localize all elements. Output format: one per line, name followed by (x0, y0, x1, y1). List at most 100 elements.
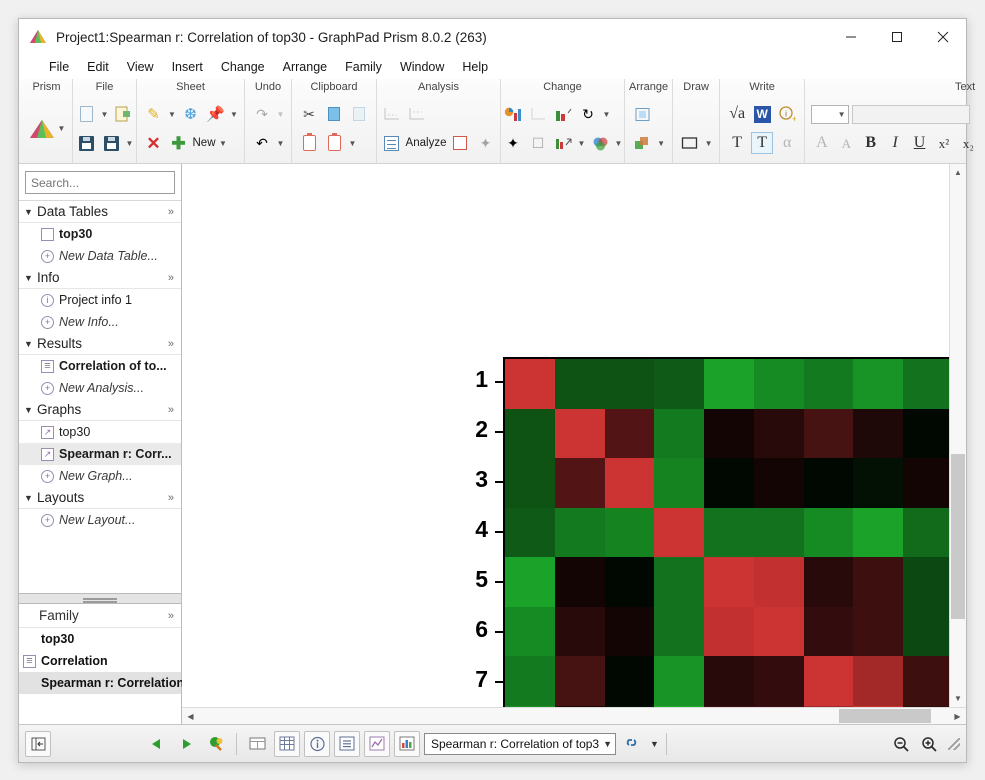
new-sheet-plus-icon[interactable]: ✚ (168, 132, 190, 154)
decrease-font-size-icon[interactable]: A (836, 132, 857, 154)
link-chevron-down-icon[interactable]: ▼ (650, 739, 659, 749)
analyze-label[interactable]: Analyze (406, 137, 447, 149)
italic-icon[interactable]: I (884, 132, 905, 154)
rename-sheet-chevron-down-icon[interactable]: ▼ (168, 110, 177, 119)
zoom-in-button[interactable] (916, 731, 942, 757)
navigator-splitter[interactable] (19, 593, 181, 604)
prism-menu-chevron-down-icon[interactable]: ▼ (57, 124, 66, 133)
vertical-scrollbar[interactable]: ▲ ▼ (949, 164, 966, 707)
maximize-button[interactable] (874, 19, 920, 55)
change-axis-icon[interactable] (527, 103, 549, 125)
data-table-button[interactable] (274, 730, 300, 757)
menu-window[interactable]: Window (391, 58, 453, 76)
pin-sheet-icon[interactable]: 📌 (205, 103, 227, 125)
family-item-spearman-r-correlation-o[interactable]: Spearman r: Correlation o (19, 672, 195, 694)
change-graph-type-icon[interactable] (502, 103, 524, 125)
change-refresh-icon[interactable]: ↻ (577, 103, 599, 125)
vertical-scroll-thumb[interactable] (951, 454, 965, 619)
undo-icon[interactable]: ↶ (251, 132, 273, 154)
analyze-icon[interactable] (381, 132, 403, 154)
previous-sheet-button[interactable] (143, 731, 169, 757)
sidebar-item-correlation-of-to[interactable]: ≡ Correlation of to... (19, 355, 181, 377)
pin-sheet-chevron-down-icon[interactable]: ▼ (230, 110, 239, 119)
paste-special-chevron-down-icon[interactable]: ▼ (348, 139, 357, 148)
interpolate-icon[interactable] (381, 103, 403, 125)
sidebar-item-new-graph[interactable]: + New Graph... (19, 465, 181, 487)
rename-sheet-icon[interactable]: ✎ (143, 103, 165, 125)
draw-shape-chevron-down-icon[interactable]: ▼ (704, 139, 713, 148)
superscript-icon[interactable]: x² (933, 132, 954, 154)
font-size-chevron-down-icon[interactable]: ▼ (837, 110, 846, 119)
sidebar-item-top30[interactable]: top30 (19, 223, 181, 245)
magic-wand-icon[interactable]: ✦ (502, 132, 524, 154)
sidebar-item-top30[interactable]: ↗ top30 (19, 421, 181, 443)
open-file-icon[interactable] (112, 103, 134, 125)
undo-chevron-down-icon[interactable]: ▼ (276, 139, 285, 148)
prism-app-icon[interactable] (27, 114, 57, 144)
menu-family[interactable]: Family (336, 58, 391, 76)
navigator-section-layouts[interactable]: ▼ Layouts » (19, 487, 181, 509)
menu-file[interactable]: File (40, 58, 78, 76)
section-expander-icon[interactable]: » (168, 492, 181, 504)
sheet-navigator-button[interactable] (203, 731, 229, 757)
sheet-selector-chevron-down-icon[interactable]: ▼ (603, 739, 612, 749)
next-sheet-button[interactable] (173, 731, 199, 757)
scroll-left-button[interactable]: ◀ (182, 708, 199, 724)
subscript-icon[interactable]: x₂ (958, 132, 979, 154)
change-select-icon[interactable]: ☐ (527, 132, 549, 154)
section-expander-icon[interactable]: » (168, 338, 181, 350)
increase-font-size-icon[interactable]: A (811, 132, 832, 154)
graph-button[interactable] (364, 730, 390, 757)
chevron-down-icon[interactable]: ▼ (24, 493, 37, 503)
menu-arrange[interactable]: Arrange (274, 58, 336, 76)
redo-icon[interactable]: ↷ (251, 103, 273, 125)
font-size-combo[interactable]: ▼ (811, 104, 850, 124)
results-button[interactable] (334, 730, 360, 757)
menu-change[interactable]: Change (212, 58, 274, 76)
duplicate-icon[interactable] (348, 103, 370, 125)
family-expander-icon[interactable]: » (168, 610, 181, 622)
resize-graph-chevron-down-icon[interactable]: ▼ (577, 139, 586, 148)
navigator-section-info[interactable]: ▼ Info » (19, 267, 181, 289)
horizontal-scroll-track[interactable] (199, 708, 949, 724)
chevron-down-icon[interactable]: ▼ (24, 273, 37, 283)
copy-icon[interactable] (323, 103, 345, 125)
link-button[interactable] (620, 731, 646, 757)
menu-edit[interactable]: Edit (78, 58, 118, 76)
navigator-section-results[interactable]: ▼ Results » (19, 333, 181, 355)
section-expander-icon[interactable]: » (168, 206, 181, 218)
paste-special-icon[interactable] (323, 132, 345, 154)
menu-insert[interactable]: Insert (163, 58, 212, 76)
equation-icon[interactable]: √a (726, 103, 748, 125)
scroll-up-button[interactable]: ▲ (950, 164, 966, 181)
arrange-frame-icon[interactable] (632, 103, 654, 125)
redo-chevron-down-icon[interactable]: ▼ (276, 110, 285, 119)
greek-alpha-icon[interactable]: α (776, 132, 798, 154)
new-sheet-chevron-down-icon[interactable]: ▼ (219, 139, 228, 148)
scroll-right-button[interactable]: ▶ (949, 708, 966, 724)
text-tool-icon[interactable]: T (726, 132, 748, 154)
save-file-icon[interactable] (75, 132, 97, 154)
graph-canvas[interactable]: 123456789 ABCDEFGHI 1.00.90.80.70.6 ▲ ▼ (182, 164, 966, 707)
extrapolate-icon[interactable] (406, 103, 428, 125)
change-refresh-chevron-down-icon[interactable]: ▼ (602, 110, 611, 119)
chevron-down-icon[interactable]: ▼ (24, 339, 37, 349)
sidebar-item-new-data-table[interactable]: + New Data Table... (19, 245, 181, 267)
cut-icon[interactable]: ✂ (298, 103, 320, 125)
draw-rectangle-icon[interactable] (679, 132, 701, 154)
search-box[interactable]: ▼ (25, 171, 195, 194)
sidebar-item-new-layout[interactable]: + New Layout... (19, 509, 181, 531)
change-bars-icon[interactable] (552, 103, 574, 125)
save-as-icon[interactable] (100, 132, 122, 154)
collapse-navigator-button[interactable] (25, 730, 51, 757)
close-button[interactable] (920, 19, 966, 55)
zoom-out-button[interactable] (888, 731, 914, 757)
section-expander-icon[interactable]: » (168, 404, 181, 416)
info-button[interactable] (304, 730, 330, 757)
search-input[interactable] (31, 175, 186, 190)
freeze-sheet-icon[interactable]: ❆ (180, 103, 202, 125)
save-as-chevron-down-icon[interactable]: ▼ (125, 139, 134, 148)
text-box-tool-icon[interactable]: T (751, 132, 774, 154)
color-scheme-icon[interactable] (589, 132, 611, 154)
new-file-icon[interactable] (75, 103, 97, 125)
